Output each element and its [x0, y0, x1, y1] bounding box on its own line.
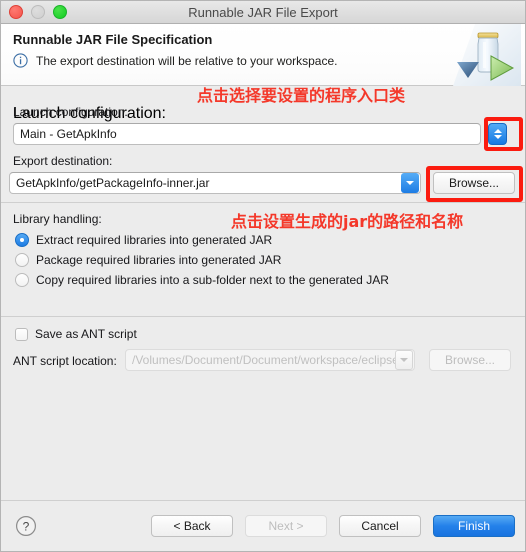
radio-copy-icon[interactable] [15, 273, 29, 287]
chevron-down-icon[interactable] [401, 173, 419, 193]
page-title: Runnable JAR File Specification [13, 32, 213, 47]
library-handling-label: Library handling: [13, 212, 102, 226]
runnable-jar-export-dialog: Runnable JAR File Export Runnable JAR Fi… [0, 0, 526, 552]
jar-export-icon [453, 24, 521, 86]
launch-configuration-label-text: Launch configuration: [13, 105, 128, 119]
export-destination-combo[interactable]: GetApkInfo/getPackageInfo-inner.jar [9, 172, 421, 194]
header-message: The export destination will be relative … [36, 53, 338, 68]
up-down-stepper-icon[interactable] [488, 123, 507, 145]
radio-extract-icon[interactable] [15, 233, 29, 247]
export-destination-label: Export destination: [13, 154, 113, 168]
dialog-header: Runnable JAR File Specification The expo… [1, 24, 525, 86]
save-ant-script-checkbox[interactable] [15, 327, 28, 341]
svg-text:?: ? [23, 519, 30, 533]
ant-location-chevron-down-icon[interactable] [395, 350, 413, 370]
library-handling-options: Extract required libraries into generate… [15, 233, 389, 293]
library-option-copy-label: Copy required libraries into a sub-folde… [36, 273, 389, 287]
header-message-row: The export destination will be relative … [13, 53, 515, 68]
ant-browse-wrap[interactable]: Browse... [429, 349, 511, 371]
window-title: Runnable JAR File Export [188, 4, 338, 20]
close-button[interactable] [9, 5, 23, 19]
library-option-extract[interactable]: Extract required libraries into generate… [15, 233, 389, 247]
launch-configuration-field[interactable]: Main - GetApkInfo [13, 123, 481, 145]
annotation-export-destination: 点击设置生成的jar的路径和名称 [231, 212, 464, 231]
export-destination-browse-wrap[interactable]: Browse... [433, 172, 515, 194]
ant-location-label: ANT script location: [13, 354, 117, 368]
divider-library [1, 202, 525, 203]
window-titlebar: Runnable JAR File Export [1, 1, 525, 24]
cancel-button[interactable]: Cancel [339, 515, 421, 537]
divider-ant [1, 316, 525, 317]
library-option-package[interactable]: Package required libraries into generate… [15, 253, 389, 267]
back-button[interactable]: < Back [151, 515, 233, 537]
next-button[interactable]: Next > [245, 515, 327, 537]
minimize-button[interactable] [31, 5, 45, 19]
ant-location-value: /Volumes/Document/Document/workspace/ecl… [132, 353, 395, 367]
ant-browse-button[interactable]: Browse... [429, 349, 511, 371]
export-destination-field[interactable]: GetApkInfo/getPackageInfo-inner.jar [9, 172, 421, 194]
launch-configuration-stepper[interactable] [488, 123, 507, 145]
annotation-launch-config: 点击选择要设置的程序入口类 [197, 86, 406, 105]
ant-location-field[interactable]: /Volumes/Document/Document/workspace/ecl… [125, 349, 415, 371]
window-controls [9, 5, 67, 19]
dialog-body: Launch configuration: Launch configurati… [1, 86, 525, 514]
ant-location-combo[interactable]: /Volumes/Document/Document/workspace/ecl… [125, 349, 415, 371]
stepper-down-icon[interactable] [493, 135, 502, 139]
launch-configuration-value[interactable]: Main - GetApkInfo [13, 123, 481, 145]
dialog-footer: ? < Back Next > Cancel Finish [1, 500, 525, 551]
zoom-button[interactable] [53, 5, 67, 19]
save-ant-script-label: Save as ANT script [35, 327, 137, 341]
radio-package-icon[interactable] [15, 253, 29, 267]
info-icon [13, 53, 28, 68]
help-question-icon[interactable]: ? [15, 515, 37, 537]
export-destination-value: GetApkInfo/getPackageInfo-inner.jar [16, 176, 210, 190]
export-destination-browse[interactable]: Browse... [433, 172, 515, 194]
library-option-package-label: Package required libraries into generate… [36, 253, 282, 267]
stepper-up-icon[interactable] [493, 129, 502, 133]
library-option-copy[interactable]: Copy required libraries into a sub-folde… [15, 273, 389, 287]
save-ant-script-row[interactable]: Save as ANT script [15, 327, 137, 341]
finish-button[interactable]: Finish [433, 515, 515, 537]
library-option-extract-label: Extract required libraries into generate… [36, 233, 273, 247]
footer-button-group: < Back Next > Cancel Finish [151, 515, 515, 537]
